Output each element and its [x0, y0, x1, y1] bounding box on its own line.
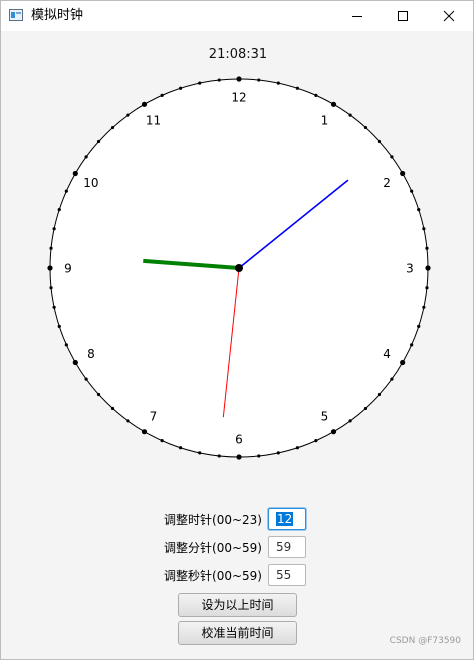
minute-tick [179, 446, 183, 450]
minute-tick [198, 81, 202, 85]
hour-tick [72, 359, 78, 366]
minute-tick [52, 305, 56, 309]
clock-number: 10 [83, 176, 98, 190]
minute-tick [410, 189, 414, 193]
minute-tick [422, 305, 426, 309]
minute-input-value: 59 [276, 540, 292, 554]
minute-tick [217, 454, 221, 458]
minute-tick [57, 324, 61, 328]
minute-tick [390, 155, 394, 159]
minute-tick [276, 81, 280, 85]
minute-tick [257, 454, 261, 458]
clock-number: 2 [383, 176, 391, 190]
watermark: CSDN @F73590 [389, 636, 461, 646]
minute-tick [57, 208, 61, 212]
close-button[interactable] [426, 1, 472, 31]
minute-tick [314, 439, 318, 443]
minute-tick [314, 93, 318, 97]
minute-tick [363, 125, 368, 130]
minute-tick [276, 451, 280, 455]
minute-tick [410, 343, 414, 347]
clock-number: 6 [235, 433, 243, 447]
minute-tick [96, 139, 101, 144]
clock-window: 模拟时钟 21:08:31 12 1 2 3 4 5 6 7 8 9 10 11 调整时针(00~23… [0, 0, 474, 660]
minute-tick [49, 286, 53, 290]
hour-tick [236, 76, 242, 82]
minute-adjust-label: 调整分针(00~59) [164, 541, 262, 555]
minute-tick [417, 208, 421, 212]
clock-number: 1 [321, 113, 329, 127]
hour-tick [141, 429, 148, 435]
hour-tick [400, 170, 406, 177]
minute-tick [198, 451, 202, 455]
minute-tick [84, 377, 88, 381]
sync-time-button[interactable]: 校准当前时间 [178, 621, 297, 645]
minute-tick [417, 324, 421, 328]
hour-adjust-label: 调整时针(00~23) [164, 513, 262, 527]
hour-tick [72, 170, 78, 177]
hour-tick [330, 429, 337, 435]
minute-tick [96, 392, 101, 397]
minute-tick [348, 419, 352, 423]
clock-number: 5 [321, 410, 329, 424]
minute-tick [390, 377, 394, 381]
minimize-icon [352, 16, 362, 17]
minute-tick [126, 419, 130, 423]
hour-tick [141, 101, 148, 107]
minute-tick [377, 392, 382, 397]
clock-center-pin [235, 264, 243, 272]
hour-input[interactable]: 12 [268, 508, 306, 530]
clock-number: 11 [146, 113, 161, 127]
minute-tick [363, 406, 368, 411]
minute-tick [110, 406, 115, 411]
title-bar[interactable]: 模拟时钟 [1, 1, 473, 31]
minute-tick [64, 189, 68, 193]
hour-tick [330, 101, 337, 107]
minute-tick [295, 446, 299, 450]
second-input[interactable]: 55 [268, 564, 306, 586]
clock-number: 3 [406, 262, 414, 276]
minute-tick [52, 227, 56, 231]
minute-tick [160, 439, 164, 443]
clock-number: 7 [150, 410, 158, 424]
digital-time: 21:08:31 [208, 47, 268, 62]
minute-tick [179, 86, 183, 90]
minute-tick [160, 93, 164, 97]
minute-tick [84, 155, 88, 159]
window-title: 模拟时钟 [31, 8, 84, 23]
maximize-button[interactable] [380, 1, 426, 31]
minute-tick [257, 78, 261, 82]
minute-tick [425, 286, 429, 290]
minute-input[interactable]: 59 [268, 536, 306, 558]
clock-number: 9 [64, 262, 72, 276]
hour-tick [47, 265, 53, 271]
minute-tick [64, 343, 68, 347]
clock-number: 12 [231, 91, 246, 105]
minute-tick [422, 227, 426, 231]
clock-number: 8 [87, 347, 95, 361]
hour-tick [400, 359, 406, 366]
hour-input-value: 12 [276, 512, 294, 526]
minimize-button[interactable] [334, 1, 380, 31]
minute-tick [425, 246, 429, 250]
second-input-value: 55 [276, 568, 292, 582]
maximize-icon [398, 11, 408, 21]
minute-tick [126, 113, 130, 117]
hour-tick [425, 265, 431, 271]
minute-tick [49, 246, 53, 250]
second-adjust-label: 调整秒针(00~59) [164, 569, 262, 583]
minute-tick [377, 139, 382, 144]
minute-tick [348, 113, 352, 117]
clock-number: 4 [383, 347, 391, 361]
minute-tick [217, 78, 221, 82]
set-time-button[interactable]: 设为以上时间 [178, 593, 297, 617]
minute-tick [110, 125, 115, 130]
hour-tick [236, 454, 242, 460]
analog-clock: 121234567891011 [47, 76, 431, 460]
close-icon [443, 10, 455, 22]
app-icon [9, 9, 23, 21]
minute-tick [295, 86, 299, 90]
